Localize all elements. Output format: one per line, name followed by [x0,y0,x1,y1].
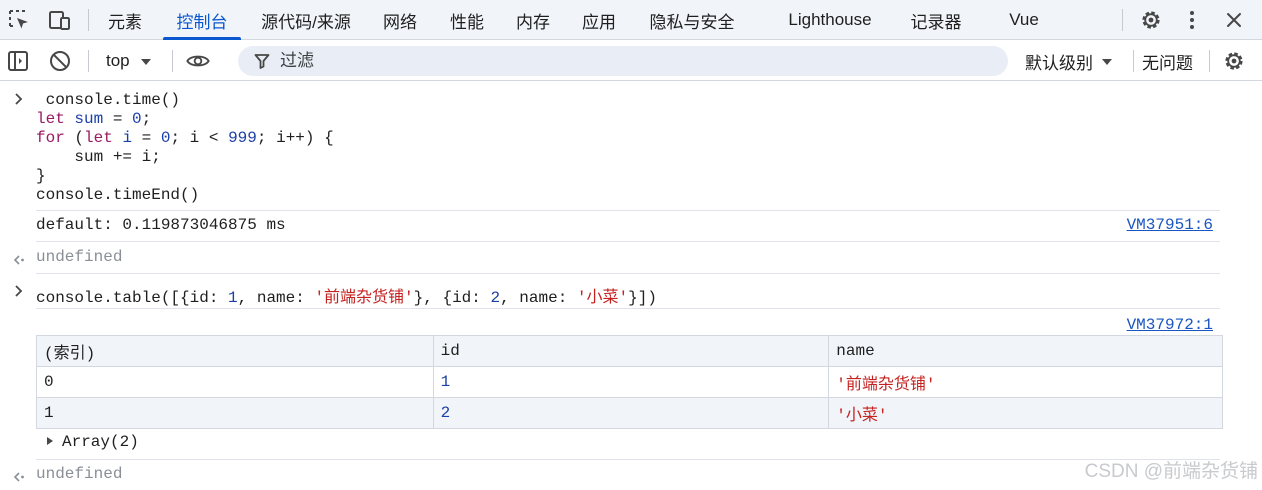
divider [36,308,1220,309]
divider [88,50,89,72]
tab-privacy-security[interactable]: 隐私与安全 [638,0,746,40]
console-toolbar: top 默认级别 无问题 [0,41,1262,81]
more-options-icon[interactable] [1180,8,1204,32]
input-chevron-icon [14,284,24,303]
source-link[interactable]: VM37951:6 [1127,216,1213,234]
input-chevron-icon [14,92,24,111]
log-level-label: 默认级别 [1025,53,1093,73]
table-row: 0 1 '前端杂货铺' [36,366,1223,398]
result-value: undefined [36,465,123,483]
settings-gear-icon[interactable] [1139,8,1163,32]
divider [36,273,1220,274]
table-cell: 1 [432,366,830,398]
code-line: console.table([{id: 1, name: '前端杂货铺'}, {… [36,289,657,307]
context-selector[interactable]: top [106,41,152,81]
context-label: top [106,51,130,70]
devtools-tab-bar: 元素 控制台 源代码/来源 网络 性能 内存 应用 隐私与安全 Lighthou… [0,0,1262,40]
divider [36,241,1220,242]
divider [1122,9,1123,31]
tab-vue[interactable]: Vue [996,0,1052,40]
array-summary: Array(2) [62,433,139,451]
live-expression-eye-icon[interactable] [186,49,210,73]
show-sidebar-icon[interactable] [6,49,30,73]
log-level-dropdown[interactable]: 默认级别 [1025,41,1113,81]
column-header-name[interactable]: name [828,335,1223,367]
code-block: console.time() let sum = 0; for (let i =… [36,91,334,204]
tab-performance[interactable]: 性能 [438,0,496,40]
clear-console-icon[interactable] [48,49,72,73]
array-expander[interactable]: Array(2) [46,433,139,451]
source-link[interactable]: VM37972:1 [1127,316,1213,334]
device-toolbar-icon[interactable] [48,8,72,32]
table-cell: 2 [432,397,830,429]
log-output: default: 0.119873046875 ms [36,216,286,234]
tab-application[interactable]: 应用 [570,0,628,40]
tab-elements[interactable]: 元素 [97,0,153,40]
inspect-element-icon[interactable] [7,8,31,32]
divider [1209,50,1210,72]
divider [172,50,173,72]
table-cell: '前端杂货铺' [828,366,1223,398]
table-cell: '小菜' [828,397,1223,429]
divider [1133,50,1134,72]
result-arrow-icon [13,253,25,271]
column-header-id[interactable]: id [432,335,830,367]
divider [88,9,89,31]
tab-sources[interactable]: 源代码/来源 [250,0,362,40]
table-header-row: (索引) id name [36,335,1223,367]
tab-memory[interactable]: 内存 [504,0,562,40]
tab-console[interactable]: 控制台 [163,0,241,40]
issues-button[interactable]: 无问题 [1142,41,1193,81]
filter-input[interactable] [280,47,980,75]
filter-box[interactable] [238,46,1008,76]
result-arrow-icon [13,470,25,488]
dropdown-arrow-icon [1101,51,1113,71]
column-header-index[interactable]: (索引) [36,335,434,367]
divider [36,459,1220,460]
table-cell: 0 [36,366,434,398]
table-cell: 1 [36,397,434,429]
filter-icon [254,53,270,69]
expand-triangle-icon [46,433,54,451]
tab-recorder[interactable]: 记录器 [898,0,974,40]
console-table: (索引) id name 0 1 '前端杂货铺' 1 2 '小菜' [36,335,1223,429]
table-row: 1 2 '小菜' [36,397,1223,429]
tab-lighthouse[interactable]: Lighthouse [772,0,888,40]
dropdown-arrow-icon [140,51,152,71]
close-icon[interactable] [1222,8,1246,32]
result-value: undefined [36,248,123,266]
issues-label: 无问题 [1142,53,1193,73]
tab-network[interactable]: 网络 [371,0,429,40]
watermark: CSDN @前端杂货铺 [1084,461,1258,482]
divider [36,210,1220,211]
console-settings-icon[interactable] [1222,49,1246,73]
